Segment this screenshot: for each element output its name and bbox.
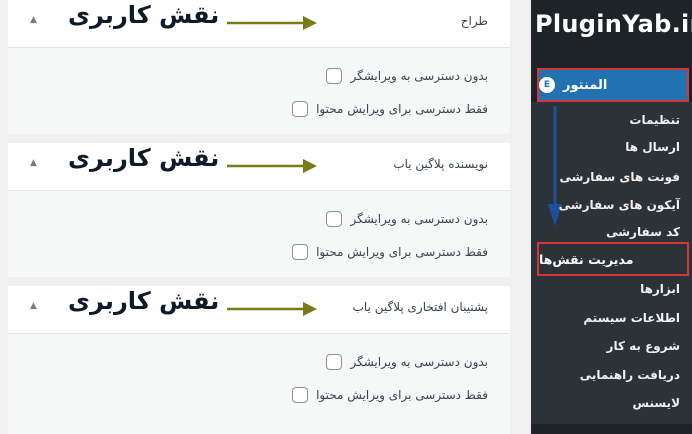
role-options: بدون دسترسی به ویرایشگر فقط دسترسی برای … <box>8 48 510 134</box>
checkbox[interactable] <box>292 244 309 260</box>
role-options: بدون دسترسی به ویرایشگر فقط دسترسی برای … <box>8 191 510 277</box>
option-label: فقط دسترسی برای ویرایش محتوا <box>316 388 488 402</box>
sidebar-item-label: المنتور <box>563 77 608 93</box>
sidebar-item-getting-started[interactable]: شروع به کار <box>607 339 680 359</box>
role-title: نویسنده پلاگین یاب <box>393 157 488 171</box>
checkbox[interactable] <box>326 211 343 227</box>
option-no-editor-access[interactable]: بدون دسترسی به ویرایشگر <box>326 210 488 228</box>
role-header[interactable]: ▲ نقش کاربری پشتیبان افتخاری پلاگین یاب <box>8 286 510 334</box>
sidebar-item-custom-fonts[interactable]: فونت های سفارشی <box>559 170 680 190</box>
role-panel-author: ▲ نقش کاربری نویسنده پلاگین یاب بدون دست… <box>8 143 510 277</box>
option-label: بدون دسترسی به ویرایشگر <box>350 355 488 369</box>
option-no-editor-access[interactable]: بدون دسترسی به ویرایشگر <box>326 353 488 371</box>
role-panel-designer: ▲ نقش کاربری طراح بدون دسترسی به ویرایشگ… <box>8 0 510 134</box>
watermark-brand: PluginYab.ir <box>535 10 692 38</box>
sidebar-item-tools[interactable]: ابزارها <box>640 282 680 302</box>
role-manager-content: ▲ نقش کاربری طراح بدون دسترسی به ویرایشگ… <box>0 0 510 434</box>
option-label: بدون دسترسی به ویرایشگر <box>350 69 488 83</box>
option-content-only[interactable]: فقط دسترسی برای ویرایش محتوا <box>292 243 488 261</box>
collapse-toggle-icon[interactable]: ▲ <box>30 158 37 168</box>
sidebar-item-elementor[interactable]: E المنتور <box>537 68 689 102</box>
option-label: بدون دسترسی به ویرایشگر <box>350 212 488 226</box>
checkbox[interactable] <box>292 387 309 403</box>
annotation-label: نقش کاربری <box>68 287 220 315</box>
role-options: بدون دسترسی به ویرایشگر فقط دسترسی برای … <box>8 334 510 434</box>
sidebar-item-custom-icons[interactable]: آیکون های سفارشی <box>559 198 680 218</box>
sidebar-item-submissions[interactable]: ارسال ها <box>625 140 680 160</box>
role-title: طراح <box>460 14 488 28</box>
option-content-only[interactable]: فقط دسترسی برای ویرایش محتوا <box>292 386 488 404</box>
sidebar-bottom <box>531 424 692 434</box>
sidebar-item-get-help[interactable]: دریافت راهنمایی <box>580 368 680 388</box>
role-title: پشتیبان افتخاری پلاگین یاب <box>352 300 488 314</box>
option-no-editor-access[interactable]: بدون دسترسی به ویرایشگر <box>326 67 488 85</box>
annotation-arrow-icon <box>227 302 317 316</box>
annotation-label: نقش کاربری <box>68 144 220 172</box>
option-label: فقط دسترسی برای ویرایش محتوا <box>316 102 488 116</box>
role-header[interactable]: ▲ نقش کاربری نویسنده پلاگین یاب <box>8 143 510 191</box>
role-panel-support: ▲ نقش کاربری پشتیبان افتخاری پلاگین یاب … <box>8 286 510 434</box>
checkbox[interactable] <box>326 68 343 84</box>
sidebar-item-settings[interactable]: تنظیمات <box>629 113 680 133</box>
role-header[interactable]: ▲ نقش کاربری طراح <box>8 0 510 48</box>
annotation-arrow-icon <box>227 16 317 30</box>
checkbox[interactable] <box>326 354 343 370</box>
annotation-label: نقش کاربری <box>68 1 220 29</box>
checkbox[interactable] <box>292 101 309 117</box>
sidebar-item-license[interactable]: لایسنس <box>632 396 680 416</box>
annotation-arrow-icon <box>227 159 317 173</box>
option-content-only[interactable]: فقط دسترسی برای ویرایش محتوا <box>292 100 488 118</box>
sidebar-item-role-manager[interactable]: مدیریت نقش‌ها <box>537 242 689 276</box>
elementor-icon: E <box>539 77 555 93</box>
collapse-toggle-icon[interactable]: ▲ <box>30 301 37 311</box>
option-label: فقط دسترسی برای ویرایش محتوا <box>316 245 488 259</box>
sidebar-item-system-info[interactable]: اطلاعات سیستم <box>583 311 680 331</box>
collapse-toggle-icon[interactable]: ▲ <box>30 15 37 25</box>
